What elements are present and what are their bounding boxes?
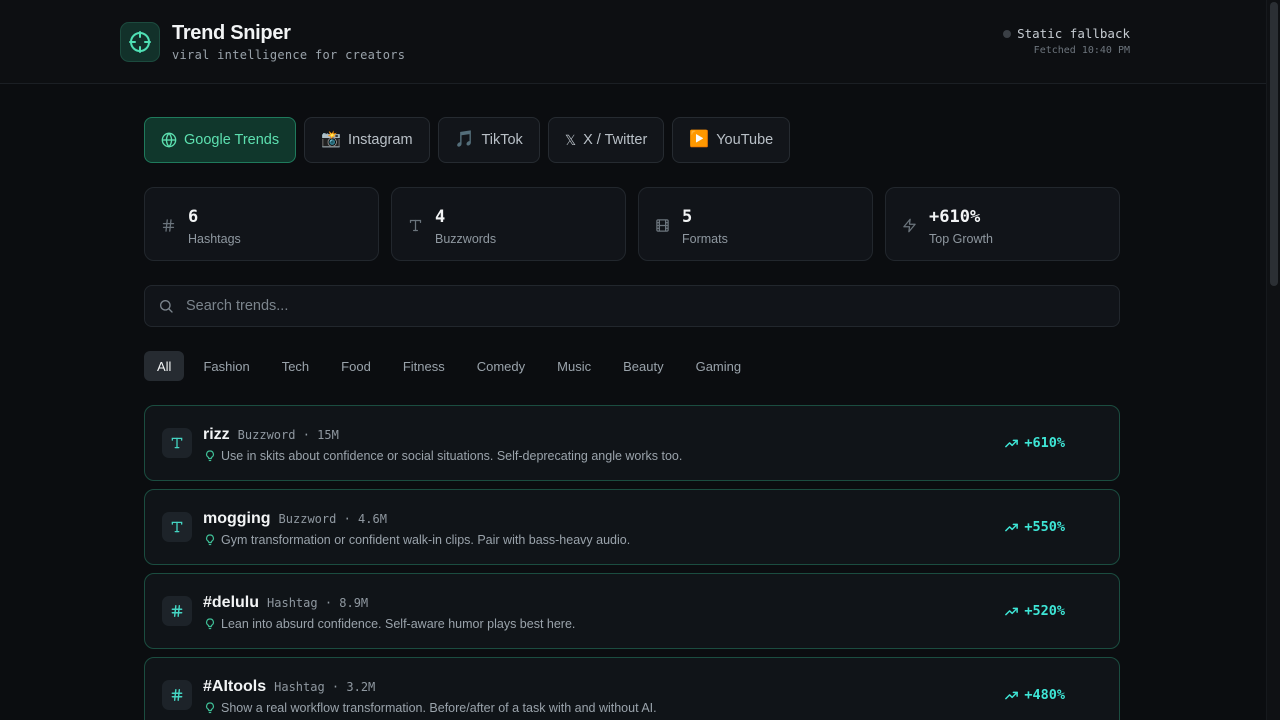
hash-icon [162,680,192,710]
status-dot-icon [1003,29,1012,38]
hash-icon [162,596,192,626]
fetched-time: Fetched 10:40 PM [1033,45,1130,56]
crosshair-icon [129,31,151,53]
trend-growth: +610% [1004,435,1065,451]
category-music[interactable]: Music [541,351,607,381]
trend-tip: Use in skits about confidence or social … [221,449,683,463]
x-logo-icon: 𝕏 [564,132,577,148]
trend-row[interactable]: rizz Buzzword · 15M Use in skits about c… [144,405,1120,481]
lightbulb-icon [206,618,214,630]
category-beauty[interactable]: Beauty [607,351,679,381]
trend-list: rizz Buzzword · 15M Use in skits about c… [144,405,1120,720]
trend-row[interactable]: #delulu Hashtag · 8.9M Lean into absurd … [144,573,1120,649]
type-icon [162,512,192,542]
stat-card-buzzwords: 4 Buzzwords [391,187,626,261]
trend-name: #delulu [203,594,260,611]
trend-growth: +550% [1004,519,1065,535]
app-title: Trend Sniper [172,22,291,44]
type-icon [406,216,424,234]
category-fitness[interactable]: Fitness [387,351,461,381]
play-button-icon: ▶️ [689,131,710,148]
data-status: Static fallback Fetched 10:40 PM [1003,26,1130,56]
category-fashion[interactable]: Fashion [187,351,265,381]
tab-google-trends[interactable]: Google Trends [144,117,297,163]
stat-card-formats: 5 Formats [638,187,873,261]
trend-row[interactable]: #AItools Hashtag · 3.2M Show a real work… [144,657,1120,720]
trend-meta: Hashtag · 8.9M [267,596,369,610]
growth-value: +610% [1024,435,1065,451]
type-icon [162,428,192,458]
lightbulb-icon [206,534,214,546]
stat-label: Top Growth [929,232,993,246]
trend-row[interactable]: mogging Buzzword · 4.6M Gym transformati… [144,489,1120,565]
growth-value: +550% [1024,519,1065,535]
trend-meta: Buzzword · 4.6M [278,512,387,526]
stat-label: Formats [682,232,728,246]
trend-meta: Buzzword · 15M [237,428,339,442]
trend-meta: Hashtag · 3.2M [274,680,376,694]
globe-icon [161,132,177,148]
tab-instagram[interactable]: 📸 Instagram [304,117,430,163]
trend-growth: +520% [1004,603,1065,619]
tab-label: X / Twitter [583,132,648,148]
stat-value: 4 [435,207,446,227]
growth-value: +520% [1024,603,1065,619]
stats-row: 6 Hashtags 4 Buzzwords 5 Formats +610% T… [144,187,1120,261]
trend-growth: +480% [1004,687,1065,703]
tab-label: Instagram [348,132,413,148]
app-subtitle: viral intelligence for creators [172,48,406,62]
search-input[interactable] [186,286,1119,326]
category-all[interactable]: All [144,351,185,381]
category-gaming[interactable]: Gaming [680,351,758,381]
trending-up-icon [1005,691,1019,699]
camera-flash-icon: 📸 [321,131,342,148]
stat-value: 6 [188,207,199,227]
category-filters: All Fashion Tech Food Fitness Comedy Mus… [144,351,757,381]
search-bar [144,285,1120,327]
status-text: Static fallback [1017,26,1130,41]
zap-icon [900,216,918,234]
trend-name: #AItools [203,678,267,695]
category-food[interactable]: Food [325,351,387,381]
music-note-icon: 🎵 [454,131,475,148]
lightbulb-icon [206,450,214,462]
trending-up-icon [1005,439,1019,447]
scrollbar-thumb[interactable] [1270,2,1278,286]
tab-label: YouTube [716,132,774,148]
trend-tip: Gym transformation or confident walk-in … [221,533,631,547]
category-tech[interactable]: Tech [266,351,325,381]
app-logo[interactable] [120,22,160,62]
trend-name: rizz [203,426,230,443]
stat-label: Hashtags [188,232,241,246]
trending-up-icon [1005,607,1019,615]
page-scrollbar[interactable] [1266,0,1280,720]
stat-value: 5 [682,207,693,227]
app-header: Trend Sniper viral intelligence for crea… [0,0,1266,84]
lightbulb-icon [206,702,214,714]
tab-label: Google Trends [184,132,280,148]
tab-tiktok[interactable]: 🎵 TikTok [437,117,540,163]
trend-name: mogging [203,510,271,527]
category-comedy[interactable]: Comedy [461,351,541,381]
trending-up-icon [1005,523,1019,531]
platform-tabs: Google Trends 📸 Instagram 🎵 TikTok 𝕏 X /… [144,117,791,163]
tab-label: TikTok [481,132,523,148]
search-icon [160,300,173,313]
trend-tip: Lean into absurd confidence. Self-aware … [221,617,576,631]
stat-value: +610% [929,207,981,227]
stat-card-top-growth: +610% Top Growth [885,187,1120,261]
film-icon [653,216,671,234]
tab-x-twitter[interactable]: 𝕏 X / Twitter [547,117,665,163]
tab-youtube[interactable]: ▶️ YouTube [672,117,791,163]
hash-icon [159,216,177,234]
growth-value: +480% [1024,687,1065,703]
stat-label: Buzzwords [435,232,497,246]
stat-card-hashtags: 6 Hashtags [144,187,379,261]
trend-tip: Show a real workflow transformation. Bef… [221,701,657,715]
